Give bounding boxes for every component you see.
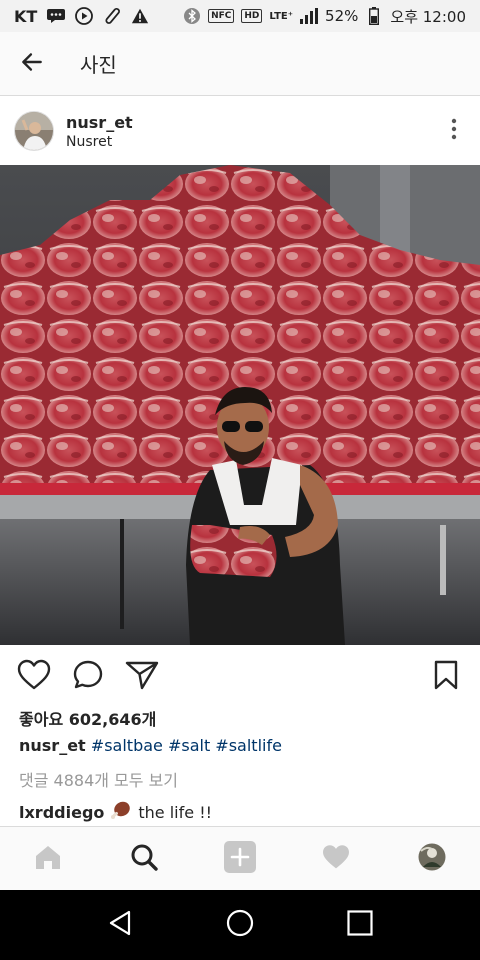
tool-icon xyxy=(103,7,121,25)
battery-percent: 52% xyxy=(325,7,359,25)
triangle-back-icon xyxy=(108,910,132,940)
post-header: nusr_et Nusret xyxy=(0,97,480,165)
arrow-left-icon xyxy=(19,49,45,79)
status-bar: KT NFC HD LTE⁺ 52% 오후 12:00 xyxy=(0,0,480,32)
caption-username[interactable]: nusr_et xyxy=(19,736,86,755)
lte-indicator: LTE⁺ xyxy=(269,10,294,22)
tab-add[interactable] xyxy=(210,827,270,891)
post-username[interactable]: nusr_et xyxy=(66,113,133,132)
square-recents-icon xyxy=(347,910,373,940)
user-avatar[interactable] xyxy=(14,111,54,151)
back-button[interactable] xyxy=(0,32,64,96)
share-button[interactable] xyxy=(122,657,162,697)
like-count[interactable]: 좋아요 602,646개 xyxy=(19,706,156,730)
speech-bubble-icon xyxy=(72,659,104,695)
play-icon xyxy=(75,7,94,25)
bookmark-icon xyxy=(434,660,458,694)
comment-text: the life !! xyxy=(138,802,213,822)
profile-avatar-icon xyxy=(418,843,446,875)
view-all-comments-link[interactable]: 댓글 4884개 모두 보기 xyxy=(19,767,178,791)
post-photo[interactable] xyxy=(0,165,480,645)
heart-outline-icon xyxy=(17,659,51,695)
tab-profile[interactable] xyxy=(402,827,462,891)
plus-square-icon xyxy=(224,840,256,877)
bottom-tab-bar xyxy=(0,826,480,890)
instagram-photo-screen: KT NFC HD LTE⁺ 52% 오후 12:00 사진 nusr_et N… xyxy=(0,0,480,960)
more-options-button[interactable] xyxy=(442,111,466,151)
signal-icon xyxy=(300,7,319,25)
meat-emoji-icon xyxy=(110,800,132,824)
more-vertical-icon xyxy=(451,118,457,144)
tab-home[interactable] xyxy=(18,827,78,891)
nav-recents-button[interactable] xyxy=(330,895,390,955)
post-caption: nusr_et #saltbae #salt #saltlife xyxy=(19,736,282,755)
tab-search[interactable] xyxy=(114,827,174,891)
carrier-label: KT xyxy=(14,6,38,26)
search-icon xyxy=(130,843,158,875)
tab-activity[interactable] xyxy=(306,827,366,891)
circle-home-icon xyxy=(226,909,254,941)
bluetooth-icon xyxy=(183,7,201,25)
app-bar: 사진 xyxy=(0,32,480,96)
battery-icon xyxy=(365,7,383,25)
system-navigation-bar xyxy=(0,890,480,960)
comment-button[interactable] xyxy=(68,657,108,697)
page-title: 사진 xyxy=(80,53,117,77)
like-button[interactable] xyxy=(14,657,54,697)
clock: 오후 12:00 xyxy=(390,7,466,26)
comment-item: lxrddiego the life !! xyxy=(19,800,212,824)
post-location[interactable]: Nusret xyxy=(66,134,133,150)
caption-hashtags[interactable]: #saltbae #salt #saltlife xyxy=(91,736,282,755)
post-actions xyxy=(0,652,480,702)
save-button[interactable] xyxy=(426,657,466,697)
comment-username[interactable]: lxrddiego xyxy=(19,803,104,822)
nav-home-button[interactable] xyxy=(210,895,270,955)
home-icon xyxy=(34,844,62,874)
paper-plane-icon xyxy=(125,660,159,694)
warning-icon xyxy=(131,7,149,25)
message-icon xyxy=(47,7,66,25)
nfc-indicator: NFC xyxy=(208,9,235,23)
nav-back-button[interactable] xyxy=(90,895,150,955)
heart-icon xyxy=(322,844,350,874)
hd-indicator: HD xyxy=(241,9,263,23)
